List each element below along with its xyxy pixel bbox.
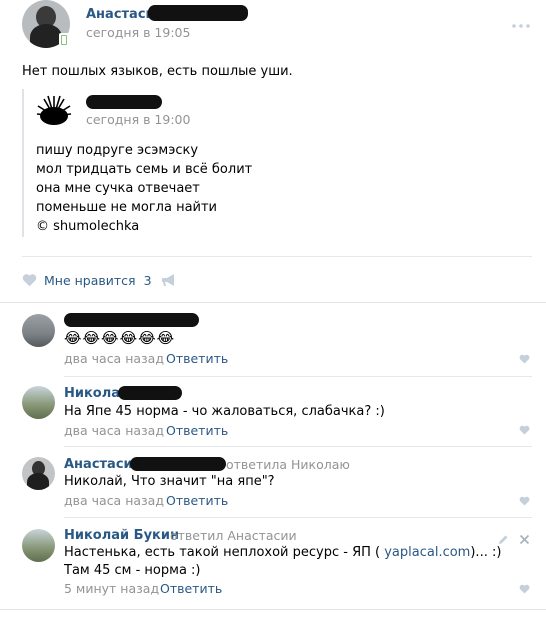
- redaction: [118, 386, 182, 400]
- repost-line: она мне сучка отвечает: [36, 181, 200, 196]
- post-time[interactable]: сегодня в 19:05: [86, 25, 190, 40]
- comment-time[interactable]: два часа назад: [64, 423, 164, 438]
- heart-icon[interactable]: [519, 584, 530, 594]
- comment-time[interactable]: два часа назад: [64, 493, 164, 508]
- comment-time[interactable]: два часа назад: [64, 351, 164, 366]
- comment-text: 😂😂😂😂😂😂: [64, 329, 176, 347]
- section-divider: [0, 302, 546, 303]
- reply-button[interactable]: Ответить: [166, 351, 228, 366]
- reply-to-label: ответила Николаю: [226, 457, 350, 472]
- section-divider: [0, 609, 546, 610]
- redaction: [86, 95, 162, 109]
- comment-avatar[interactable]: [22, 314, 55, 347]
- share-icon[interactable]: [161, 272, 177, 291]
- repost-line: поменьше не могла найти: [36, 200, 218, 215]
- more-options-icon[interactable]: [512, 13, 532, 28]
- reply-button[interactable]: Ответить: [160, 581, 222, 596]
- like-count: 3: [143, 272, 152, 288]
- heart-icon[interactable]: [519, 496, 530, 506]
- heart-icon[interactable]: [519, 425, 530, 435]
- comment-text-line2: Там 45 см - норма :): [64, 563, 201, 578]
- heart-icon[interactable]: [519, 354, 530, 364]
- repost-line: мол тридцать семь и всё болит: [36, 162, 253, 177]
- post-text: Нет пошлых языков, есть пошлые уши.: [22, 64, 293, 79]
- comment-text: Николай, Что значит "на япе"?: [64, 474, 275, 489]
- redaction: [130, 457, 226, 471]
- redaction: [148, 5, 248, 21]
- comment-text-part: )... :): [470, 545, 502, 560]
- repost-text: пишу подруге эсэмэску мол тридцать семь …: [36, 141, 252, 236]
- comment-avatar[interactable]: [22, 386, 55, 419]
- divider: [64, 517, 532, 518]
- comment-text: Настенька, есть такой неплохой ресурс - …: [64, 543, 501, 562]
- delete-icon[interactable]: [519, 530, 530, 549]
- comment-text-part: Настенька, есть такой неплохой ресурс - …: [64, 545, 385, 560]
- comment-link[interactable]: yaplacal.com: [384, 545, 470, 560]
- reply-to-label: ответил Анастасии: [170, 528, 297, 543]
- repost-time[interactable]: сегодня в 19:00: [86, 112, 190, 127]
- comment-avatar[interactable]: [22, 529, 55, 562]
- repost-avatar[interactable]: [36, 94, 72, 130]
- repost-line: © shumolechka: [36, 219, 140, 234]
- reply-button[interactable]: Ответить: [166, 493, 228, 508]
- divider: [64, 376, 532, 377]
- like-button[interactable]: Мне нравится 3: [22, 271, 152, 289]
- redaction: [64, 313, 199, 327]
- mobile-online-icon: [59, 33, 69, 47]
- repost-line: пишу подруге эсэмэску: [36, 143, 199, 158]
- comment-avatar[interactable]: [22, 457, 55, 490]
- comment-time[interactable]: 5 минут назад: [64, 581, 159, 596]
- divider: [64, 446, 532, 447]
- comment-author[interactable]: Николай Букин: [64, 528, 179, 543]
- comment-text: На Япе 45 норма - чо жаловаться, слабачк…: [64, 404, 385, 419]
- heart-icon: [22, 274, 37, 287]
- repost-bar: [22, 89, 24, 237]
- like-label: Мне нравится: [44, 272, 136, 288]
- reply-button[interactable]: Ответить: [166, 423, 228, 438]
- divider: [22, 256, 532, 257]
